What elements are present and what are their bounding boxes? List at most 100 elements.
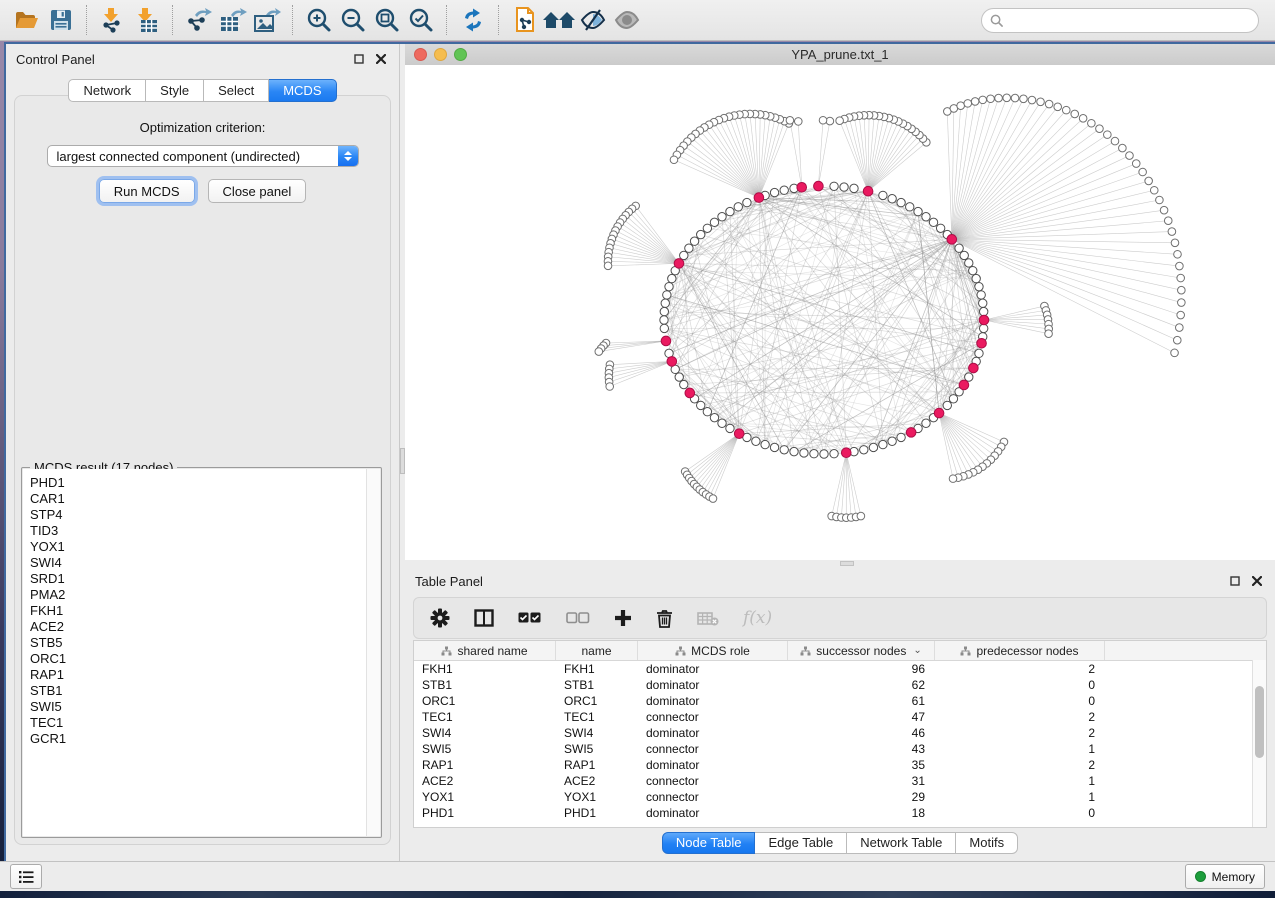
search-box[interactable]	[981, 8, 1259, 33]
mcds-list-scrollbar[interactable]	[366, 469, 380, 836]
table-row[interactable]: SWI4SWI4dominator462	[414, 725, 1266, 741]
zoom-in-button[interactable]	[302, 3, 336, 37]
zoom-fit-button[interactable]	[370, 3, 404, 37]
mcds-result-item[interactable]: SWI4	[30, 555, 380, 571]
column-label: predecessor nodes	[976, 644, 1078, 658]
add-column-button[interactable]	[614, 609, 632, 627]
mcds-result-item[interactable]: TEC1	[30, 715, 380, 731]
tab-network[interactable]: Network	[68, 79, 146, 102]
table-cell: FKH1	[556, 662, 638, 676]
table-cell: 1	[935, 774, 1105, 788]
mcds-result-item[interactable]: PHD1	[30, 475, 380, 491]
table-cell: 0	[935, 806, 1105, 820]
mcds-result-item[interactable]: RAP1	[30, 667, 380, 683]
tab-motifs[interactable]: Motifs	[956, 832, 1018, 854]
column-header-name[interactable]: name	[556, 641, 638, 660]
column-header-successor-nodes[interactable]: successor nodes⌄	[788, 641, 935, 660]
table-cell: 2	[935, 726, 1105, 740]
table-scrollbar-thumb[interactable]	[1255, 686, 1264, 758]
network-view-titlebar[interactable]: YPA_prune.txt_1	[405, 44, 1275, 66]
zoom-out-button[interactable]	[336, 3, 370, 37]
table-header-row: shared name name MCDS role successor node…	[414, 641, 1266, 661]
network-graph[interactable]	[405, 65, 1275, 560]
table-cell: 46	[788, 726, 935, 740]
close-panel-button[interactable]	[1249, 574, 1265, 588]
houses-button[interactable]	[542, 3, 576, 37]
table-rows: FKH1FKH1dominator962STB1STB1dominator620…	[414, 661, 1266, 821]
unchecked-boxes-icon	[566, 612, 590, 624]
refresh-icon	[460, 7, 486, 33]
memory-button[interactable]: Memory	[1185, 864, 1265, 889]
mcds-result-item[interactable]: ACE2	[30, 619, 380, 635]
table-cell: 1	[935, 742, 1105, 756]
float-icon	[1230, 576, 1240, 586]
hide-selected-button[interactable]	[576, 3, 610, 37]
node-table[interactable]: shared name name MCDS role successor node…	[413, 640, 1267, 828]
table-settings-button[interactable]	[430, 608, 450, 628]
mcds-result-item[interactable]: STB1	[30, 683, 380, 699]
tab-node-table[interactable]: Node Table	[662, 832, 756, 854]
column-header-shared-name[interactable]: shared name	[414, 641, 556, 660]
mcds-result-item[interactable]: CAR1	[30, 491, 380, 507]
fx-label: f(x)	[743, 608, 772, 628]
delete-column-button[interactable]	[656, 609, 673, 628]
select-all-button[interactable]	[518, 612, 542, 624]
tab-network-table[interactable]: Network Table	[847, 832, 956, 854]
export-image-button[interactable]	[250, 3, 284, 37]
mcds-result-item[interactable]: FKH1	[30, 603, 380, 619]
zoom-fit-icon	[374, 7, 400, 33]
float-panel-button[interactable]	[351, 52, 367, 66]
network-view-window: YPA_prune.txt_1	[405, 44, 1275, 560]
document-network-button[interactable]	[508, 3, 542, 37]
search-input[interactable]	[1008, 12, 1250, 28]
tab-mcds[interactable]: MCDS	[269, 79, 336, 102]
close-panel-button[interactable]	[373, 52, 389, 66]
mcds-result-item[interactable]: GCR1	[30, 731, 380, 747]
task-history-button[interactable]	[10, 864, 42, 889]
show-columns-button[interactable]	[474, 609, 494, 627]
table-row[interactable]: PHD1PHD1dominator180	[414, 805, 1266, 821]
table-row[interactable]: ACE2ACE2connector311	[414, 773, 1266, 789]
zoom-selected-button[interactable]	[404, 3, 438, 37]
mcds-result-item[interactable]: SRD1	[30, 571, 380, 587]
mcds-result-item[interactable]: STB5	[30, 635, 380, 651]
column-header-MCDS-role[interactable]: MCDS role	[638, 641, 788, 660]
network-canvas[interactable]	[405, 65, 1275, 560]
table-cell: dominator	[638, 726, 788, 740]
import-network-button[interactable]	[96, 3, 130, 37]
table-scrollbar[interactable]	[1252, 660, 1266, 827]
save-session-button[interactable]	[44, 3, 78, 37]
export-network-button[interactable]	[182, 3, 216, 37]
table-row[interactable]: FKH1FKH1dominator962	[414, 661, 1266, 677]
close-panel-action-button[interactable]: Close panel	[208, 179, 307, 203]
mcds-result-item[interactable]: SWI5	[30, 699, 380, 715]
open-folder-button[interactable]	[10, 3, 44, 37]
table-row[interactable]: STB1STB1dominator620	[414, 677, 1266, 693]
run-mcds-button[interactable]: Run MCDS	[99, 179, 195, 203]
optimization-criterion-dropdown[interactable]: largest connected component (undirected)	[47, 145, 359, 167]
show-selected-button[interactable]	[610, 3, 644, 37]
table-row[interactable]: ORC1ORC1dominator610	[414, 693, 1266, 709]
tab-edge-table[interactable]: Edge Table	[755, 832, 847, 854]
tab-style[interactable]: Style	[146, 79, 204, 102]
mcds-result-item[interactable]: YOX1	[30, 539, 380, 555]
delete-table-icon	[697, 611, 719, 626]
export-table-button[interactable]	[216, 3, 250, 37]
column-header-predecessor-nodes[interactable]: predecessor nodes	[935, 641, 1105, 660]
column-label: name	[581, 644, 611, 658]
table-row[interactable]: RAP1RAP1dominator352	[414, 757, 1266, 773]
export-table-icon	[219, 7, 247, 33]
refresh-button[interactable]	[456, 3, 490, 37]
table-row[interactable]: YOX1YOX1connector291	[414, 789, 1266, 805]
tab-select[interactable]: Select	[204, 79, 269, 102]
import-table-button[interactable]	[130, 3, 164, 37]
mcds-result-item[interactable]: STP4	[30, 507, 380, 523]
table-row[interactable]: SWI5SWI5connector431	[414, 741, 1266, 757]
mcds-result-item[interactable]: PMA2	[30, 587, 380, 603]
mcds-result-list[interactable]: PHD1CAR1STP4TID3YOX1SWI4SRD1PMA2FKH1ACE2…	[23, 469, 380, 836]
mcds-result-item[interactable]: ORC1	[30, 651, 380, 667]
table-row[interactable]: TEC1TEC1connector472	[414, 709, 1266, 725]
deselect-all-button[interactable]	[566, 612, 590, 624]
float-panel-button[interactable]	[1227, 574, 1243, 588]
mcds-result-item[interactable]: TID3	[30, 523, 380, 539]
